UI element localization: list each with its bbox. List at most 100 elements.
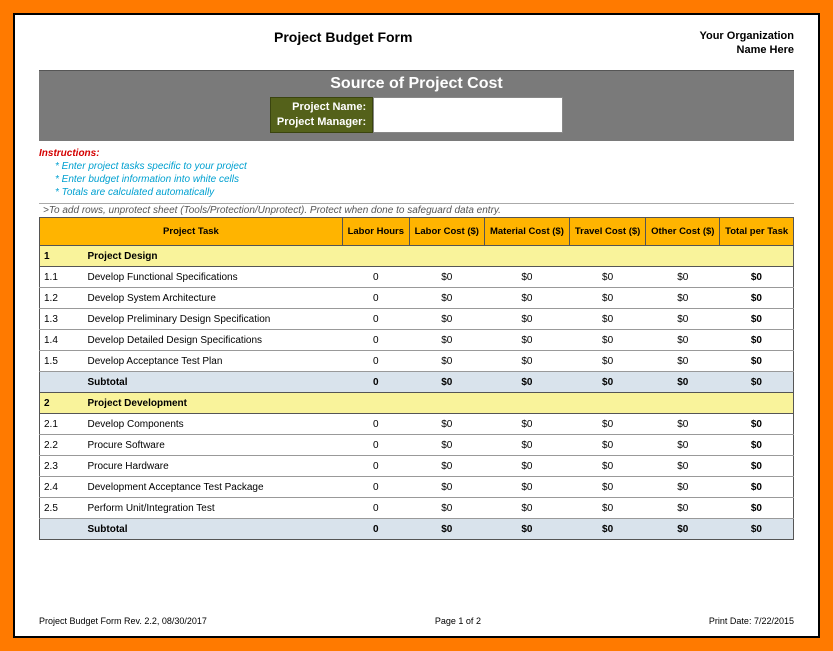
row-travel[interactable]: $0 <box>569 477 645 498</box>
row-material[interactable]: $0 <box>484 309 569 330</box>
row-hours[interactable]: 0 <box>342 414 409 435</box>
row-task[interactable]: Develop System Architecture <box>84 288 343 309</box>
row-num: 2.3 <box>40 456 84 477</box>
table-row: 1.1Develop Functional Specifications0$0$… <box>40 267 794 288</box>
row-material[interactable]: $0 <box>484 435 569 456</box>
row-labor[interactable]: $0 <box>409 414 484 435</box>
section-name: Project Development <box>84 393 343 414</box>
row-task[interactable]: Perform Unit/Integration Test <box>84 498 343 519</box>
row-other[interactable]: $0 <box>646 414 720 435</box>
row-hours[interactable]: 0 <box>342 330 409 351</box>
row-hours[interactable]: 0 <box>342 309 409 330</box>
footer-center: Page 1 of 2 <box>435 616 481 626</box>
table-row: 2.4Development Acceptance Test Package0$… <box>40 477 794 498</box>
table-body: 1Project Design1.1Develop Functional Spe… <box>40 246 794 540</box>
row-material[interactable]: $0 <box>484 456 569 477</box>
field-inputs[interactable] <box>373 97 563 134</box>
row-num: 1.5 <box>40 351 84 372</box>
budget-table: Project Task Labor Hours Labor Cost ($) … <box>39 217 794 540</box>
row-task[interactable]: Develop Acceptance Test Plan <box>84 351 343 372</box>
row-labor[interactable]: $0 <box>409 498 484 519</box>
row-travel[interactable]: $0 <box>569 456 645 477</box>
row-travel[interactable]: $0 <box>569 288 645 309</box>
row-labor[interactable]: $0 <box>409 309 484 330</box>
subtotal-material: $0 <box>484 372 569 393</box>
row-task[interactable]: Develop Preliminary Design Specification <box>84 309 343 330</box>
row-hours[interactable]: 0 <box>342 351 409 372</box>
row-num: 1.4 <box>40 330 84 351</box>
row-other[interactable]: $0 <box>646 498 720 519</box>
col-material: Material Cost ($) <box>484 218 569 246</box>
field-labels: Project Name: Project Manager: <box>270 97 373 134</box>
row-travel[interactable]: $0 <box>569 414 645 435</box>
row-hours[interactable]: 0 <box>342 477 409 498</box>
instruction-3: * Totals are calculated automatically <box>39 186 794 199</box>
instruction-2: * Enter budget information into white ce… <box>39 173 794 186</box>
row-task[interactable]: Develop Detailed Design Specifications <box>84 330 343 351</box>
row-labor[interactable]: $0 <box>409 330 484 351</box>
row-other[interactable]: $0 <box>646 351 720 372</box>
row-material[interactable]: $0 <box>484 267 569 288</box>
row-travel[interactable]: $0 <box>569 498 645 519</box>
row-hours[interactable]: 0 <box>342 498 409 519</box>
row-labor[interactable]: $0 <box>409 351 484 372</box>
row-num: 1.2 <box>40 288 84 309</box>
section-num: 2 <box>40 393 84 414</box>
input-project-manager[interactable] <box>374 115 562 132</box>
row-task[interactable]: Develop Components <box>84 414 343 435</box>
row-other[interactable]: $0 <box>646 330 720 351</box>
row-hours[interactable]: 0 <box>342 456 409 477</box>
row-labor[interactable]: $0 <box>409 267 484 288</box>
org-line1: Your Organization <box>699 29 794 43</box>
row-task[interactable]: Development Acceptance Test Package <box>84 477 343 498</box>
row-other[interactable]: $0 <box>646 309 720 330</box>
input-project-name[interactable] <box>374 98 562 115</box>
row-other[interactable]: $0 <box>646 456 720 477</box>
row-total: $0 <box>720 435 794 456</box>
row-travel[interactable]: $0 <box>569 435 645 456</box>
row-travel[interactable]: $0 <box>569 309 645 330</box>
row-travel[interactable]: $0 <box>569 330 645 351</box>
row-labor[interactable]: $0 <box>409 456 484 477</box>
subtotal-travel: $0 <box>569 519 645 540</box>
row-labor[interactable]: $0 <box>409 477 484 498</box>
section-num: 1 <box>40 246 84 267</box>
label-project-name: Project Name: <box>277 100 366 115</box>
footer-left: Project Budget Form Rev. 2.2, 08/30/2017 <box>39 616 207 626</box>
row-total: $0 <box>720 267 794 288</box>
row-task[interactable]: Procure Software <box>84 435 343 456</box>
table-row: 2.3Procure Hardware0$0$0$0$0$0 <box>40 456 794 477</box>
subtotal-other: $0 <box>646 372 720 393</box>
row-other[interactable]: $0 <box>646 477 720 498</box>
table-row: 1.5Develop Acceptance Test Plan0$0$0$0$0… <box>40 351 794 372</box>
row-material[interactable]: $0 <box>484 351 569 372</box>
row-hours[interactable]: 0 <box>342 435 409 456</box>
row-travel[interactable]: $0 <box>569 351 645 372</box>
row-travel[interactable]: $0 <box>569 267 645 288</box>
row-num: 1.3 <box>40 309 84 330</box>
row-total: $0 <box>720 477 794 498</box>
subtotal-hours: 0 <box>342 519 409 540</box>
row-total: $0 <box>720 330 794 351</box>
row-other[interactable]: $0 <box>646 267 720 288</box>
row-task[interactable]: Procure Hardware <box>84 456 343 477</box>
row-hours[interactable]: 0 <box>342 267 409 288</box>
row-task[interactable]: Develop Functional Specifications <box>84 267 343 288</box>
row-num: 2.1 <box>40 414 84 435</box>
row-hours[interactable]: 0 <box>342 288 409 309</box>
org-name: Your Organization Name Here <box>699 29 794 58</box>
table-row: 1.4Develop Detailed Design Specification… <box>40 330 794 351</box>
table-row: 1.2Develop System Architecture0$0$0$0$0$… <box>40 288 794 309</box>
row-other[interactable]: $0 <box>646 435 720 456</box>
footer-right: Print Date: 7/22/2015 <box>709 616 794 626</box>
row-material[interactable]: $0 <box>484 414 569 435</box>
subtotal-row: Subtotal0$0$0$0$0$0 <box>40 519 794 540</box>
row-material[interactable]: $0 <box>484 498 569 519</box>
row-material[interactable]: $0 <box>484 288 569 309</box>
row-labor[interactable]: $0 <box>409 435 484 456</box>
row-material[interactable]: $0 <box>484 477 569 498</box>
row-other[interactable]: $0 <box>646 288 720 309</box>
row-labor[interactable]: $0 <box>409 288 484 309</box>
row-material[interactable]: $0 <box>484 330 569 351</box>
subtotal-other: $0 <box>646 519 720 540</box>
